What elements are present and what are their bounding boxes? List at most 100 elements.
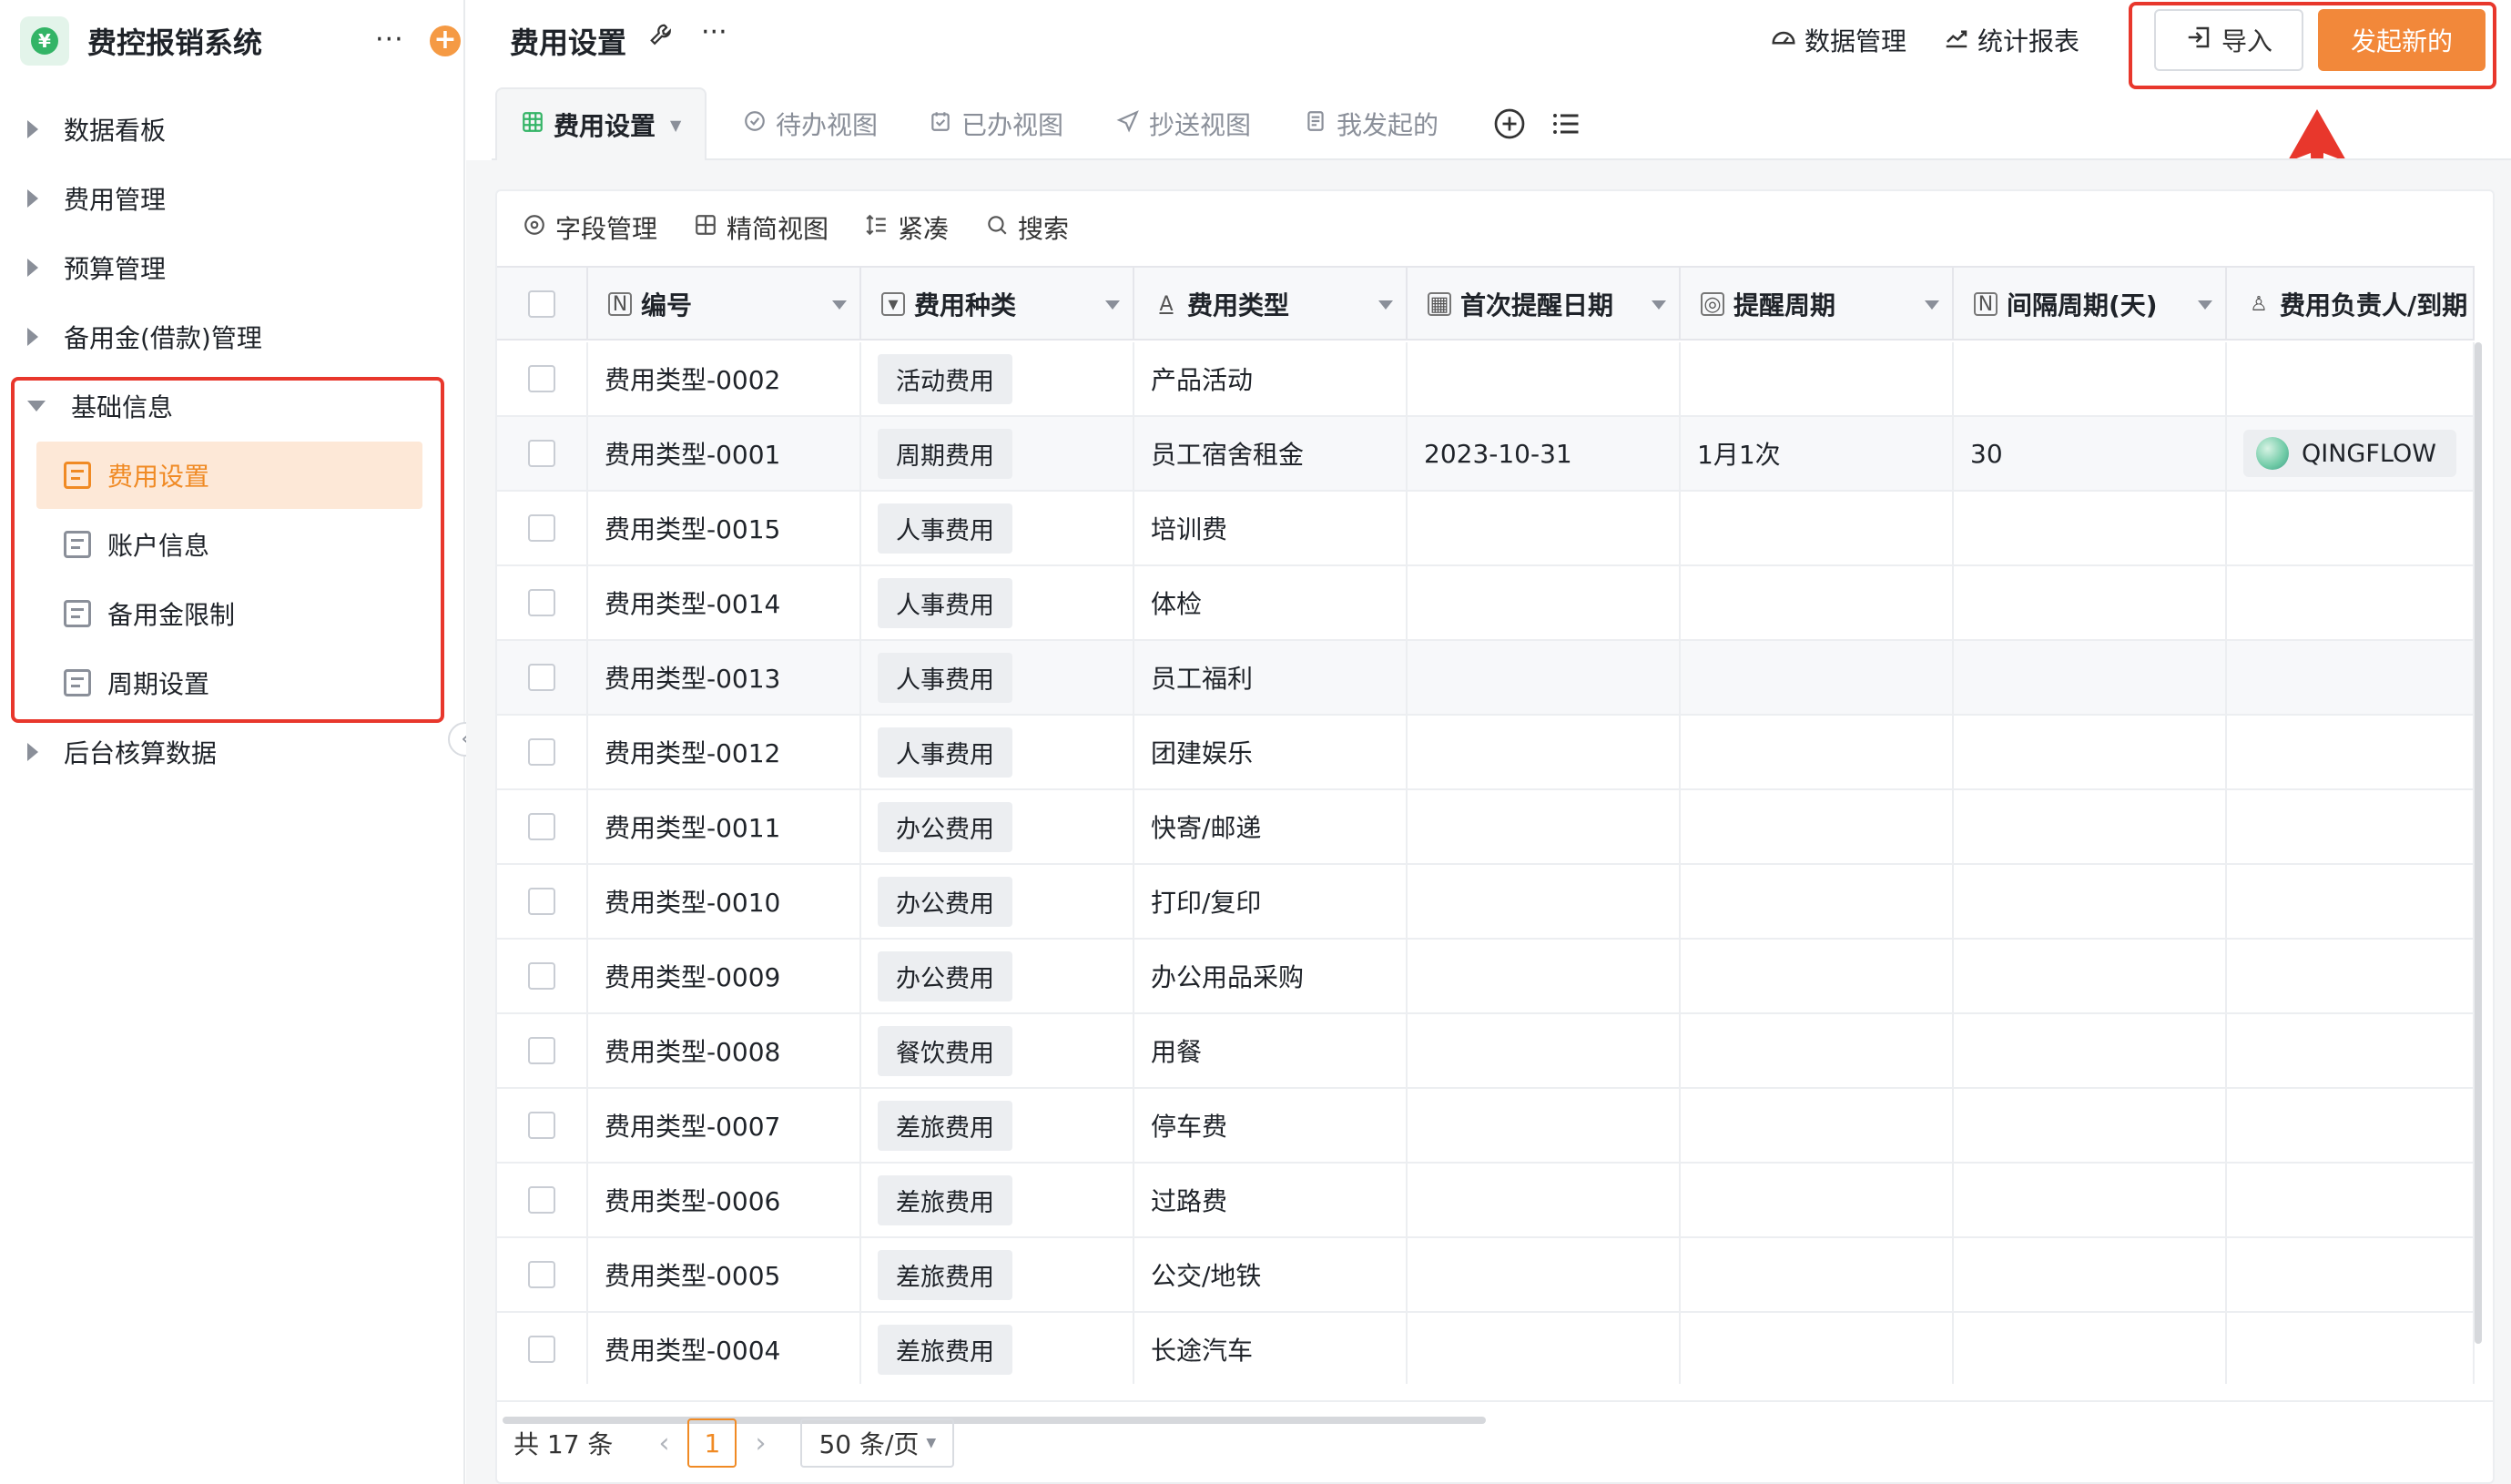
cell-interval[interactable] <box>1954 865 2227 938</box>
wrench-icon[interactable] <box>648 22 676 56</box>
cell-interval[interactable]: 30 <box>1954 417 2227 490</box>
cell-first-date[interactable] <box>1408 1014 1681 1087</box>
cell-period[interactable] <box>1681 1089 1954 1162</box>
cell-type[interactable]: 员工福利 <box>1134 641 1408 714</box>
next-page-icon[interactable]: › <box>755 1428 766 1459</box>
cell-interval[interactable] <box>1954 566 2227 639</box>
cell-period[interactable] <box>1681 865 1954 938</box>
cell-id[interactable]: 费用类型-0013 <box>588 641 861 714</box>
sort-dropdown-icon[interactable] <box>1105 300 1120 310</box>
cell-first-date[interactable] <box>1408 790 1681 863</box>
cell-interval[interactable] <box>1954 1164 2227 1236</box>
table-row[interactable]: 费用类型-0012 人事费用 团建娱乐 <box>497 716 2475 790</box>
cell-type[interactable]: 打印/复印 <box>1134 865 1408 938</box>
cell-interval[interactable] <box>1954 790 2227 863</box>
sidebar-item-expense-management[interactable]: 费用管理 <box>27 171 166 226</box>
cell-interval[interactable] <box>1954 1238 2227 1311</box>
row-checkbox[interactable] <box>528 738 555 766</box>
cell-first-date[interactable] <box>1408 566 1681 639</box>
row-checkbox[interactable] <box>528 1186 555 1214</box>
cell-type[interactable]: 产品活动 <box>1134 342 1408 415</box>
table-row[interactable]: 费用类型-0002 活动费用 产品活动 <box>497 342 2475 417</box>
column-header-period[interactable]: ◎ 提醒周期 <box>1681 268 1954 341</box>
cell-kind[interactable]: 人事费用 <box>861 566 1134 639</box>
cell-interval[interactable] <box>1954 716 2227 788</box>
cell-period[interactable] <box>1681 566 1954 639</box>
sidebar-item-backend-accounting[interactable]: 后台核算数据 <box>27 725 217 779</box>
app-more-icon[interactable]: ··· <box>375 24 404 56</box>
cell-id[interactable]: 费用类型-0002 <box>588 342 861 415</box>
title-more-icon[interactable]: ··· <box>701 16 727 48</box>
compact-button[interactable]: 紧凑 <box>865 209 949 246</box>
cell-period[interactable]: 1月1次 <box>1681 417 1954 490</box>
cell-owner[interactable] <box>2227 1014 2475 1087</box>
cell-kind[interactable]: 周期费用 <box>861 417 1134 490</box>
cell-period[interactable] <box>1681 492 1954 564</box>
field-manage-button[interactable]: 字段管理 <box>523 209 657 246</box>
cell-kind[interactable]: 差旅费用 <box>861 1313 1134 1384</box>
cell-period[interactable] <box>1681 342 1954 415</box>
cell-type[interactable]: 用餐 <box>1134 1014 1408 1087</box>
cell-owner[interactable] <box>2227 716 2475 788</box>
cell-interval[interactable] <box>1954 1089 2227 1162</box>
cell-type[interactable]: 员工宿舍租金 <box>1134 417 1408 490</box>
cell-period[interactable] <box>1681 641 1954 714</box>
cell-owner[interactable] <box>2227 641 2475 714</box>
cell-first-date[interactable] <box>1408 1164 1681 1236</box>
table-row[interactable]: 费用类型-0013 人事费用 员工福利 <box>497 641 2475 716</box>
cell-period[interactable] <box>1681 716 1954 788</box>
cell-period[interactable] <box>1681 1164 1954 1236</box>
cell-id[interactable]: 费用类型-0008 <box>588 1014 861 1087</box>
cell-owner[interactable] <box>2227 1313 2475 1384</box>
cell-type[interactable]: 快寄/邮递 <box>1134 790 1408 863</box>
cell-first-date[interactable] <box>1408 865 1681 938</box>
cell-type[interactable]: 公交/地铁 <box>1134 1238 1408 1311</box>
sort-dropdown-icon[interactable] <box>1925 300 1939 310</box>
view-list-icon[interactable] <box>1550 87 1582 160</box>
table-row[interactable]: 费用类型-0001 周期费用 员工宿舍租金 2023-10-31 1月1次 30 QINGF… <box>497 417 2475 492</box>
sort-dropdown-icon[interactable] <box>2198 300 2212 310</box>
row-checkbox[interactable] <box>528 1112 555 1139</box>
tab-done-view[interactable]: 已办视图 <box>929 87 1063 160</box>
cell-interval[interactable] <box>1954 641 2227 714</box>
sort-dropdown-icon[interactable] <box>1378 300 1393 310</box>
cell-id[interactable]: 费用类型-0010 <box>588 865 861 938</box>
table-row[interactable]: 费用类型-0009 办公费用 办公用品采购 <box>497 940 2475 1014</box>
cell-type[interactable]: 培训费 <box>1134 492 1408 564</box>
cell-id[interactable]: 费用类型-0001 <box>588 417 861 490</box>
sort-dropdown-icon[interactable] <box>1652 300 1666 310</box>
sort-dropdown-icon[interactable] <box>832 300 847 310</box>
cell-kind[interactable]: 差旅费用 <box>861 1164 1134 1236</box>
row-checkbox[interactable] <box>528 962 555 990</box>
cell-owner[interactable] <box>2227 1238 2475 1311</box>
cell-first-date[interactable]: 2023-10-31 <box>1408 417 1681 490</box>
tab-cc-view[interactable]: 抄送视图 <box>1116 87 1251 160</box>
cell-id[interactable]: 费用类型-0005 <box>588 1238 861 1311</box>
cell-id[interactable]: 费用类型-0012 <box>588 716 861 788</box>
cell-owner[interactable] <box>2227 865 2475 938</box>
current-page-button[interactable]: 1 <box>687 1418 737 1468</box>
stats-report-button[interactable]: 统计报表 <box>1943 22 2079 58</box>
table-row[interactable]: 费用类型-0011 办公费用 快寄/邮递 <box>497 790 2475 865</box>
cell-type[interactable]: 体检 <box>1134 566 1408 639</box>
cell-id[interactable]: 费用类型-0014 <box>588 566 861 639</box>
cell-first-date[interactable] <box>1408 716 1681 788</box>
sidebar-item-petty-cash[interactable]: 备用金(借款)管理 <box>27 310 262 364</box>
sidebar-item-budget-management[interactable]: 预算管理 <box>27 240 166 295</box>
table-row[interactable]: 费用类型-0010 办公费用 打印/复印 <box>497 865 2475 940</box>
cell-kind[interactable]: 人事费用 <box>861 492 1134 564</box>
table-row[interactable]: 费用类型-0008 餐饮费用 用餐 <box>497 1014 2475 1089</box>
page-size-select[interactable]: 50 条/页 ▼ <box>800 1418 955 1468</box>
sidebar-item-dashboard[interactable]: 数据看板 <box>27 102 166 157</box>
cell-period[interactable] <box>1681 790 1954 863</box>
table-row[interactable]: 费用类型-0007 差旅费用 停车费 <box>497 1089 2475 1164</box>
cell-owner[interactable] <box>2227 1089 2475 1162</box>
cell-kind[interactable]: 差旅费用 <box>861 1238 1134 1311</box>
row-checkbox[interactable] <box>528 440 555 467</box>
cell-first-date[interactable] <box>1408 492 1681 564</box>
tab-expense-settings[interactable]: 费用设置 ▼ <box>495 87 707 160</box>
table-row[interactable]: 费用类型-0005 差旅费用 公交/地铁 <box>497 1238 2475 1313</box>
column-header-first-date[interactable]: ▦ 首次提醒日期 <box>1408 268 1681 341</box>
row-checkbox[interactable] <box>528 514 555 542</box>
cell-kind[interactable]: 人事费用 <box>861 716 1134 788</box>
